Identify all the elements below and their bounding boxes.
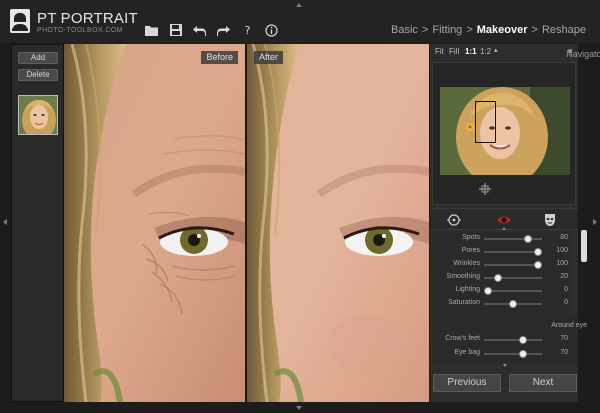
slider-track[interactable] <box>484 261 542 269</box>
previous-button[interactable]: Previous <box>433 374 501 392</box>
slider-row: Spots 80 <box>432 233 572 245</box>
sliders-scroll-up-icon[interactable] <box>502 227 506 230</box>
slider-label: Crow's feet <box>445 335 480 342</box>
slider-value: 0 <box>564 299 568 306</box>
toolbar: ? <box>145 22 278 38</box>
slider-knob[interactable] <box>524 235 532 243</box>
slider-knob[interactable] <box>509 300 517 308</box>
eye-tool-icon[interactable] <box>496 212 511 226</box>
collapse-right-arrow-icon[interactable] <box>593 219 597 225</box>
slider-track[interactable] <box>484 248 542 256</box>
redo-icon[interactable] <box>217 24 230 37</box>
slider-value: 100 <box>556 260 568 267</box>
slider-track[interactable] <box>484 235 542 243</box>
before-photo[interactable]: Before <box>64 44 245 402</box>
zoom-1-1[interactable]: 1:1 <box>465 47 477 56</box>
crumb-separator: > <box>421 24 429 36</box>
collapse-bottom-arrow-icon[interactable] <box>296 406 302 410</box>
zoom-bar: Fit Fill 1:1 1:2 ▴ Navigator ▼ <box>430 44 600 60</box>
slider-label: Saturation <box>448 299 480 306</box>
slider-row: Wrinkles 100 <box>432 259 572 271</box>
slider-knob[interactable] <box>494 274 502 282</box>
open-folder-icon[interactable] <box>145 24 158 37</box>
slider-label: Spots <box>462 234 480 241</box>
slider-knob[interactable] <box>534 248 542 256</box>
slider-value: 0 <box>564 286 568 293</box>
after-photo[interactable]: After <box>247 44 429 402</box>
sliders-scroll-down-icon[interactable] <box>503 364 507 367</box>
logo-icon <box>10 9 30 33</box>
crumb-makeover[interactable]: Makeover <box>477 24 528 36</box>
slider-row: Eye bag 70 <box>432 348 572 360</box>
spot-tool-icon[interactable] <box>447 212 461 226</box>
app-url: PHOTO-TOOLBOX.COM <box>37 27 123 34</box>
slider-row: Saturation 0 <box>432 298 572 310</box>
before-label: Before <box>201 51 238 64</box>
delete-button[interactable]: Delete <box>18 69 58 81</box>
around-eye-title: Around eye <box>551 322 587 329</box>
zoom-fit[interactable]: Fit <box>435 47 444 56</box>
slider-label: Lighting <box>455 286 480 293</box>
zoom-stepper-icon[interactable]: ▴ <box>494 46 498 54</box>
makeover-sliders: Spots 80 Pores 100 Wrinkles 100 Smoothin… <box>432 232 570 318</box>
slider-value: 80 <box>560 234 568 241</box>
slider-value: 70 <box>560 335 568 342</box>
slider-knob[interactable] <box>534 261 542 269</box>
slider-track[interactable] <box>484 287 542 295</box>
slider-label: Smoothing <box>446 273 480 280</box>
slider-knob[interactable] <box>484 287 492 295</box>
breadcrumb: Basic > Fitting > Makeover > Reshape <box>391 24 586 36</box>
slider-knob[interactable] <box>519 336 527 344</box>
zoom-1-2[interactable]: 1:2 <box>480 47 491 56</box>
navigator-panel <box>432 62 576 205</box>
collapse-top-arrow-icon[interactable] <box>296 3 302 7</box>
slider-row: Pores 100 <box>432 246 572 258</box>
pan-move-icon[interactable] <box>479 180 491 195</box>
undo-icon[interactable] <box>193 24 206 37</box>
crumb-fitting[interactable]: Fitting <box>432 24 462 36</box>
save-icon[interactable] <box>169 24 182 37</box>
slider-value: 20 <box>560 273 568 280</box>
slider-track[interactable] <box>484 336 542 344</box>
slider-value: 70 <box>560 349 568 356</box>
slider-label: Wrinkles <box>453 260 480 267</box>
next-button[interactable]: Next <box>509 374 577 392</box>
navigator-preview[interactable] <box>440 87 570 175</box>
zoom-fill[interactable]: Fill <box>449 47 459 56</box>
add-button[interactable]: Add <box>18 52 58 64</box>
crumb-reshape[interactable]: Reshape <box>542 24 586 36</box>
info-icon[interactable] <box>265 23 278 37</box>
crumb-separator: > <box>466 24 473 36</box>
slider-knob[interactable] <box>519 350 527 358</box>
crumb-separator: > <box>531 24 538 36</box>
slider-track[interactable] <box>484 300 542 308</box>
slider-row: Smoothing 20 <box>432 272 572 284</box>
slider-label: Eye bag <box>454 349 480 356</box>
mask-tool-icon[interactable] <box>544 212 558 226</box>
slider-row: Crow's feet 70 <box>432 334 572 346</box>
photo-thumbnail[interactable] <box>18 95 58 135</box>
navigator-header[interactable]: Navigator ▼ <box>566 46 600 59</box>
collapse-left-arrow-icon[interactable] <box>3 219 7 225</box>
sliders-scrollbar[interactable] <box>581 230 587 262</box>
slider-value: 100 <box>556 247 568 254</box>
slider-label: Pores <box>461 247 480 254</box>
navigator-title: Navigator <box>566 49 600 59</box>
slider-track[interactable] <box>484 274 542 282</box>
after-label: After <box>254 51 284 64</box>
slider-track[interactable] <box>484 350 542 358</box>
slider-row: Lighting 0 <box>432 285 572 297</box>
crumb-basic[interactable]: Basic <box>391 24 418 36</box>
navigator-view-rect[interactable] <box>475 101 496 143</box>
left-panel: Add Delete <box>11 44 64 402</box>
help-icon[interactable]: ? <box>241 24 254 37</box>
app-title: PT PORTRAIT <box>37 10 138 27</box>
